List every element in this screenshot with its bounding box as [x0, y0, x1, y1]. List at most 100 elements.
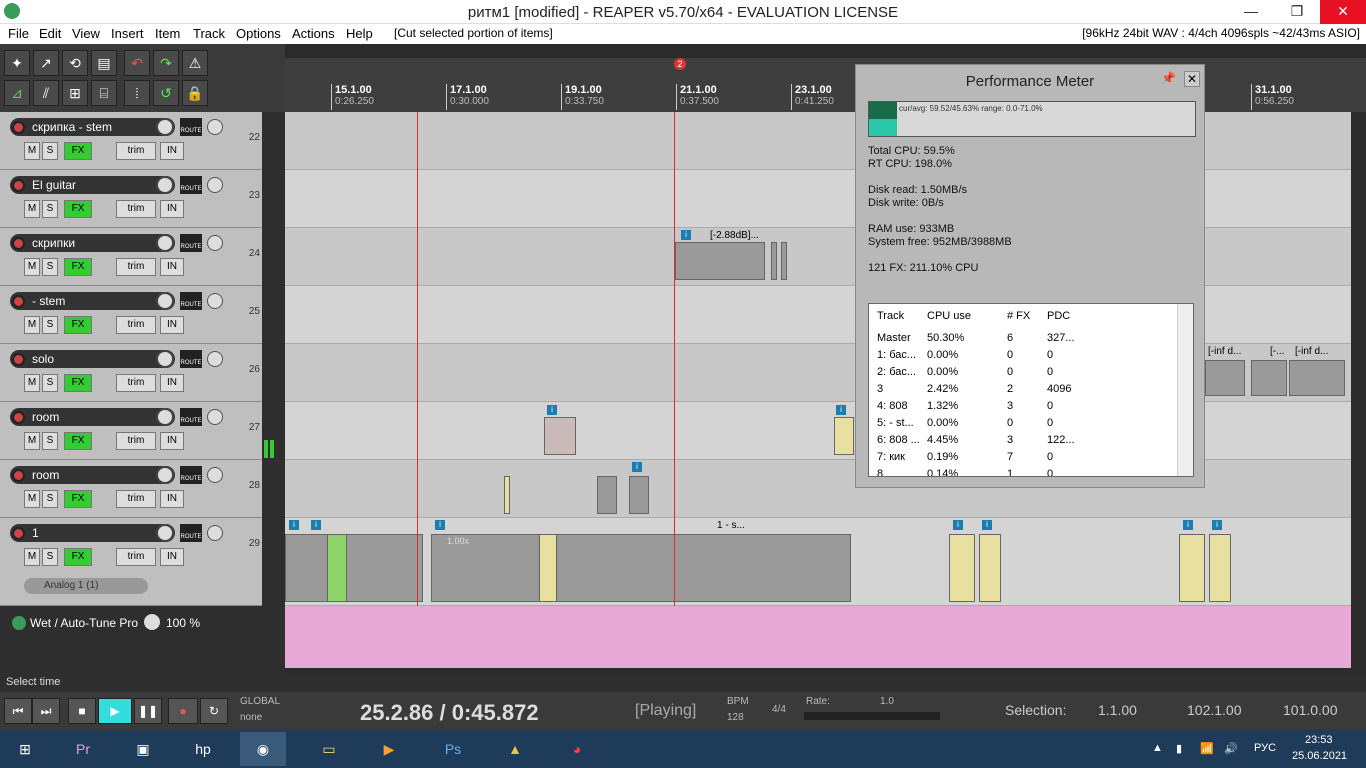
route-button[interactable]: ROUTE	[180, 524, 202, 542]
track-panel[interactable]: скрипки ROUTE M S FX trim IN 24	[0, 228, 262, 286]
fx-button[interactable]: FX	[64, 200, 92, 218]
input-button[interactable]: IN	[160, 258, 184, 276]
pause-icon[interactable]: ❚❚	[134, 698, 162, 724]
solo-button[interactable]: S	[42, 200, 58, 218]
menu-item[interactable]: Item	[155, 26, 180, 41]
media-item[interactable]	[327, 534, 347, 602]
media-item[interactable]	[539, 534, 557, 602]
open-project-icon[interactable]: ↗	[33, 50, 59, 76]
volume-knob[interactable]	[156, 292, 174, 310]
tray-chevron-icon[interactable]: ▲	[1152, 742, 1163, 754]
mute-button[interactable]: M	[24, 258, 40, 276]
input-button[interactable]: IN	[160, 374, 184, 392]
record-arm-icon[interactable]	[12, 469, 25, 482]
pan-knob[interactable]	[207, 177, 223, 193]
route-button[interactable]: ROUTE	[180, 292, 202, 310]
media-item[interactable]	[1289, 360, 1345, 396]
perf-close-button[interactable]: ✕	[1184, 71, 1200, 87]
go-end-icon[interactable]: ⏭	[32, 698, 60, 724]
mute-button[interactable]: M	[24, 490, 40, 508]
project-marker[interactable]: 2	[674, 58, 686, 70]
route-button[interactable]: ROUTE	[180, 118, 202, 136]
table-row[interactable]: 4: 808 1.32% 3 0	[869, 398, 1179, 415]
media-item[interactable]	[781, 242, 787, 280]
fx-button[interactable]: FX	[64, 432, 92, 450]
pan-knob[interactable]	[207, 293, 223, 309]
solo-button[interactable]: S	[42, 316, 58, 334]
solo-button[interactable]: S	[42, 432, 58, 450]
media-item[interactable]	[1205, 360, 1245, 396]
repeat-icon[interactable]: ↻	[200, 698, 228, 724]
item-grouping-icon[interactable]: ⊞	[62, 80, 88, 106]
table-row[interactable]: 8 0.14% 1 0	[869, 466, 1179, 476]
tray-signal-icon[interactable]: 📶	[1200, 742, 1214, 755]
record-arm-icon[interactable]	[12, 295, 25, 308]
col-track[interactable]: Track	[877, 310, 904, 322]
track-panel[interactable]: room ROUTE M S FX trim IN 27	[0, 402, 262, 460]
pan-knob[interactable]	[207, 235, 223, 251]
track-panel[interactable]: скрипка - stem ROUTE M S FX trim IN 22	[0, 112, 262, 170]
explorer-icon[interactable]: ▭	[306, 732, 352, 766]
track-name[interactable]: room	[10, 466, 175, 484]
pan-knob[interactable]	[207, 119, 223, 135]
volume-knob[interactable]	[156, 176, 174, 194]
hp-icon[interactable]: hp	[180, 732, 226, 766]
record-icon[interactable]: ●	[168, 698, 198, 724]
route-button[interactable]: ROUTE	[180, 466, 202, 484]
track-panel[interactable]: room ROUTE M S FX trim IN 28	[0, 460, 262, 518]
menu-file[interactable]: File	[8, 26, 29, 41]
input-button[interactable]: IN	[160, 490, 184, 508]
minimize-button[interactable]: —	[1228, 0, 1274, 24]
route-button[interactable]: ROUTE	[180, 350, 202, 368]
auto-crossfade-icon[interactable]: ⌸	[91, 80, 117, 106]
media-item[interactable]	[675, 242, 765, 280]
volume-knob[interactable]	[156, 118, 174, 136]
volume-knob[interactable]	[156, 350, 174, 368]
item-info-icon[interactable]: i	[681, 230, 691, 240]
selection-length[interactable]: 101.0.00	[1283, 702, 1338, 718]
track-panel[interactable]: solo ROUTE M S FX trim IN 26	[0, 344, 262, 402]
fx-button[interactable]: FX	[64, 258, 92, 276]
mute-button[interactable]: M	[24, 316, 40, 334]
item-info-icon[interactable]: i	[982, 520, 992, 530]
pan-knob[interactable]	[207, 467, 223, 483]
item-info-icon[interactable]: i	[836, 405, 846, 415]
time-signature[interactable]: 4/4	[772, 704, 786, 715]
project-settings-icon[interactable]: ▤	[91, 50, 117, 76]
media-item[interactable]	[949, 534, 975, 602]
pan-knob[interactable]	[207, 525, 223, 541]
menu-view[interactable]: View	[72, 26, 100, 41]
track-panel[interactable]: 1 ROUTE M S FX trim IN 29 Analog 1 (1)	[0, 518, 262, 606]
fx-button[interactable]: FX	[64, 374, 92, 392]
grid-snap-icon[interactable]: ⊿	[4, 80, 30, 106]
trim-button[interactable]: trim	[116, 374, 156, 392]
track-panel[interactable]: El guitar ROUTE M S FX trim IN 23	[0, 170, 262, 228]
track-name[interactable]: 1	[10, 524, 175, 542]
record-arm-icon[interactable]	[12, 179, 25, 192]
volume-knob[interactable]	[156, 408, 174, 426]
lock-icon[interactable]: 🔒	[182, 80, 208, 106]
trim-button[interactable]: trim	[116, 142, 156, 160]
solo-button[interactable]: S	[42, 548, 58, 566]
item-info-icon[interactable]: i	[1183, 520, 1193, 530]
stop-icon[interactable]: ■	[68, 698, 96, 724]
fx-button[interactable]: FX	[64, 548, 92, 566]
media-item[interactable]	[1251, 360, 1287, 396]
envelope-lane[interactable]	[285, 606, 1351, 668]
route-button[interactable]: ROUTE	[180, 176, 202, 194]
trim-button[interactable]: trim	[116, 490, 156, 508]
envelope-points-icon[interactable]: ⦙	[124, 80, 150, 106]
record-arm-icon[interactable]	[12, 121, 25, 134]
col-fx[interactable]: # FX	[1007, 310, 1030, 322]
tray-date[interactable]: 25.06.2021	[1292, 750, 1347, 762]
media-item[interactable]	[629, 476, 649, 514]
go-start-icon[interactable]: ⏮	[4, 698, 32, 724]
table-row[interactable]: 1: бас... 0.00% 0 0	[869, 347, 1179, 364]
record-arm-icon[interactable]	[12, 527, 25, 540]
record-arm-icon[interactable]	[12, 237, 25, 250]
media-item[interactable]	[1179, 534, 1205, 602]
media-item[interactable]	[504, 476, 510, 514]
item-info-icon[interactable]: i	[953, 520, 963, 530]
col-pdc[interactable]: PDC	[1047, 310, 1070, 322]
media-item[interactable]	[1209, 534, 1231, 602]
